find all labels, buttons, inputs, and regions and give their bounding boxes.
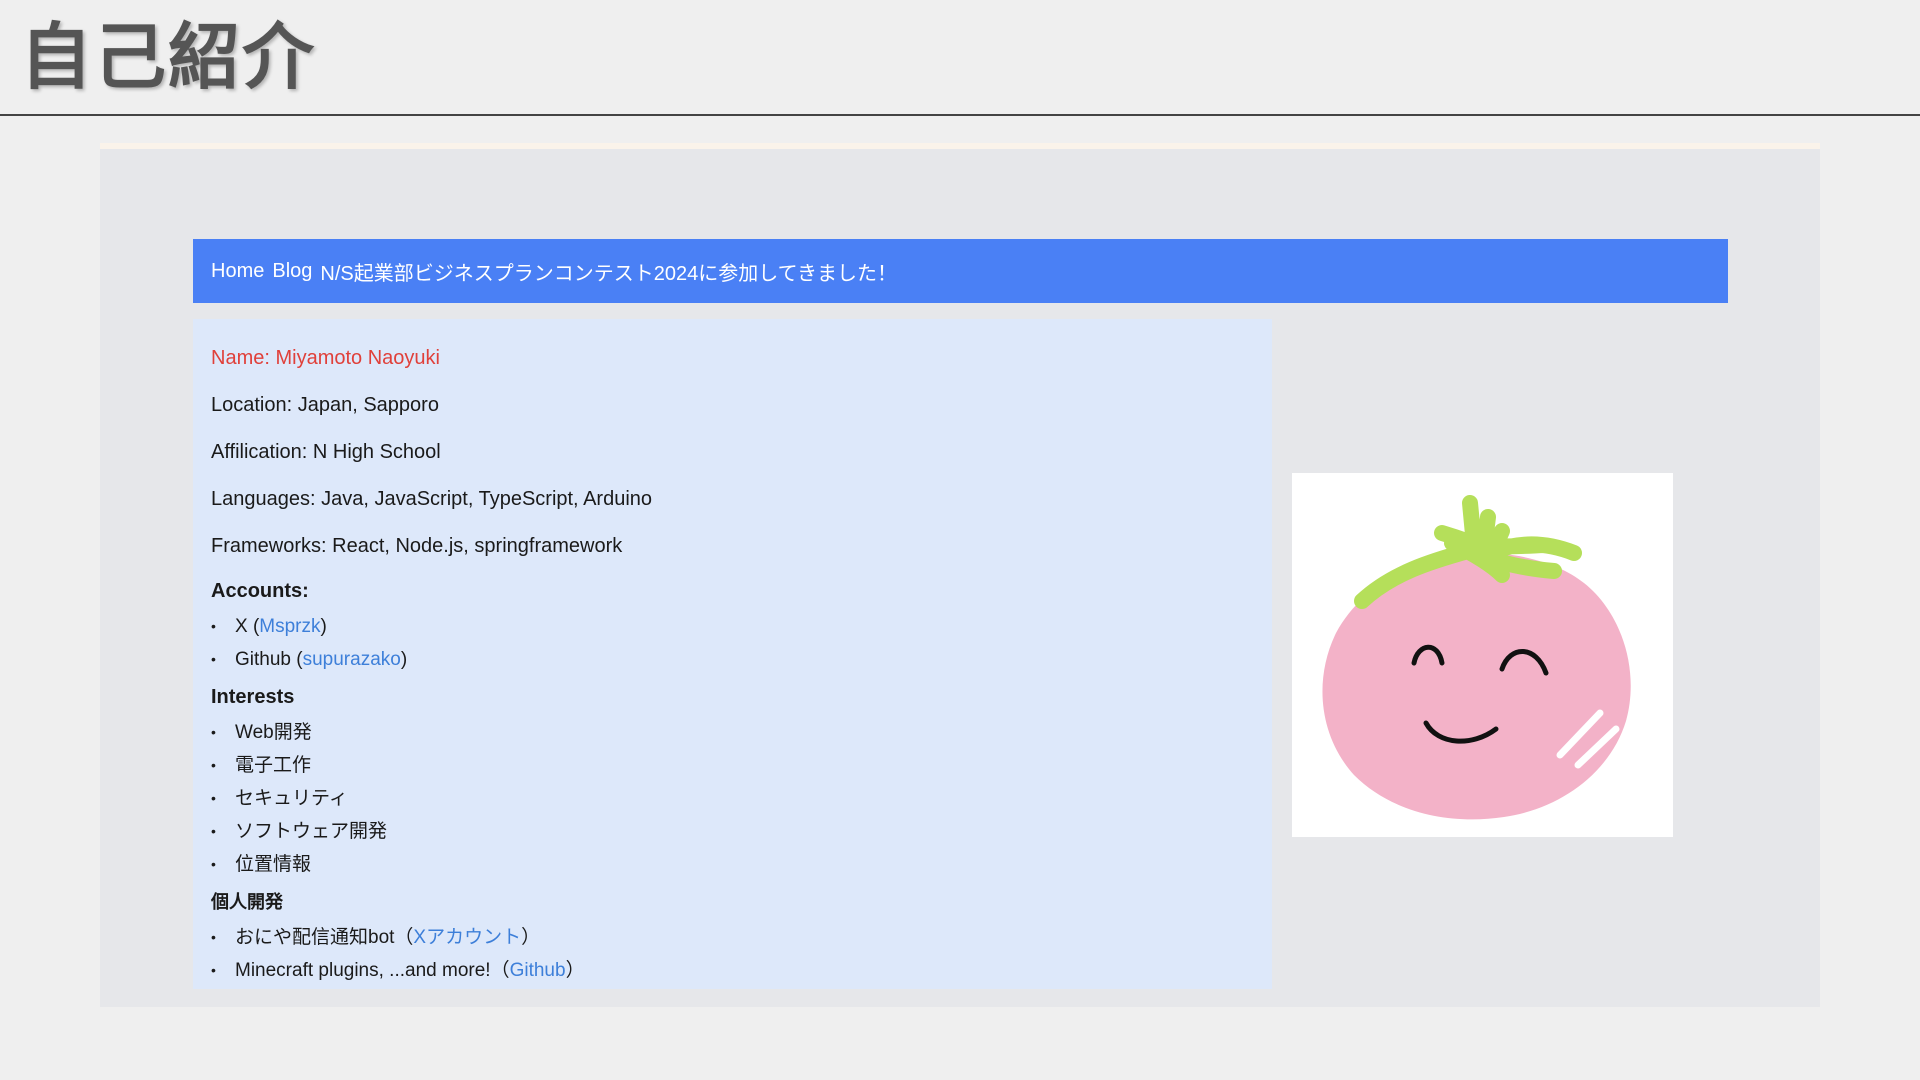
projects-list: おにや配信通知bot（Xアカウント） Minecraft plugins, ..… — [211, 921, 1254, 987]
projects-heading: 個人開発 — [211, 892, 283, 912]
interest-item: ソフトウェア開発 — [211, 815, 1254, 848]
minecraft-github-link[interactable]: Github — [510, 960, 566, 981]
interest-item: セキュリティ — [211, 782, 1254, 815]
x-account-link[interactable]: Msprzk — [259, 616, 320, 637]
profile-location: Location: Japan, Sapporo — [211, 394, 439, 416]
interest-item: Web開発 — [211, 716, 1254, 749]
profile-frameworks: Frameworks: React, Node.js, springframew… — [211, 535, 623, 557]
nav-post-link[interactable]: N/S起業部ビジネスプランコンテスト2024に参加してきました！ — [320, 257, 897, 286]
account-item-github: Github (supurazako) — [211, 643, 1254, 676]
nav-blog-link[interactable]: Blog — [272, 260, 312, 283]
project-item-minecraft: Minecraft plugins, ...and more!（Github） — [211, 954, 1254, 987]
nav-home-link[interactable]: Home — [211, 260, 264, 283]
project-item-onigiri: おにや配信通知bot（Xアカウント） — [211, 921, 1254, 954]
accounts-list: X (Msprzk) Github (supurazako) — [211, 610, 1254, 676]
nav-bar: Home Blog N/S起業部ビジネスプランコンテスト2024に参加してきまし… — [193, 239, 1728, 303]
github-account-link[interactable]: supurazako — [303, 649, 401, 670]
profile-affiliation: Affilication: N High School — [211, 441, 441, 463]
title-divider — [0, 114, 1920, 116]
tomato-face-icon — [1322, 495, 1631, 820]
slide-title: 自己紹介 — [20, 15, 317, 99]
accounts-heading: Accounts: — [211, 580, 309, 602]
account-item-x: X (Msprzk) — [211, 610, 1254, 643]
onigiri-x-link[interactable]: Xアカウント — [413, 927, 521, 948]
interests-list: Web開発 電子工作 セキュリティ ソフトウェア開発 位置情報 — [211, 716, 1254, 881]
interest-item: 位置情報 — [211, 848, 1254, 881]
profile-card: Name: Miyamoto Naoyuki Location: Japan, … — [193, 319, 1272, 989]
avatar — [1292, 473, 1673, 837]
interest-item: 電子工作 — [211, 749, 1254, 782]
profile-name: Name: Miyamoto Naoyuki — [211, 347, 440, 369]
profile-languages: Languages: Java, JavaScript, TypeScript,… — [211, 488, 653, 510]
interests-heading: Interests — [211, 686, 295, 708]
